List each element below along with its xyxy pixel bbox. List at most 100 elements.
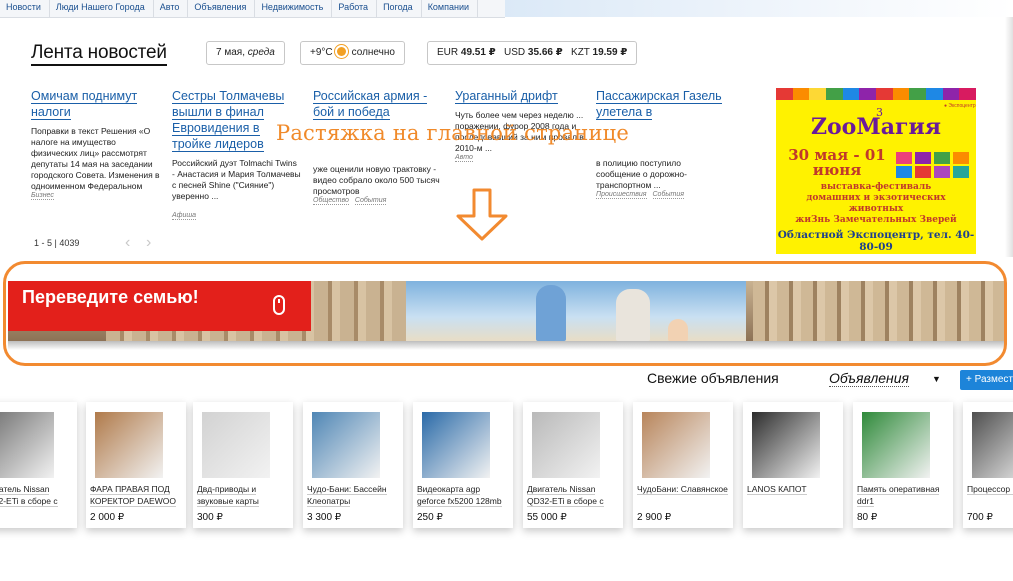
listing-price: 2 900 ₽	[637, 512, 672, 523]
news-tag[interactable]: Авто	[455, 154, 473, 162]
news-headline[interactable]: Ураганный дрифт	[455, 89, 558, 104]
listing-title[interactable]: Чудо-Бани: Бассейн Клеопатры	[307, 484, 387, 507]
listing-card[interactable]: ФАРА ПРАВАЯ ПОД КОРЕКТОР DAEWOO 2 000 ₽	[86, 402, 186, 528]
listings-selector[interactable]: Объявления	[829, 370, 909, 387]
listing-title[interactable]: Двигатель Nissan QD32-ETi в сборе с	[0, 484, 58, 507]
ad-date: 30 мая - 01 июня	[788, 146, 886, 179]
listing-title[interactable]: Процессор pentium III	[967, 484, 1013, 495]
listing-thumbnail[interactable]	[422, 412, 490, 478]
nav-realty[interactable]: Недвижимость	[255, 0, 333, 17]
news-pager: 1 - 5 | 4039	[34, 238, 80, 248]
place-ad-button[interactable]: + Разместить	[960, 370, 1013, 390]
listing-price: 2 000 ₽	[90, 512, 125, 523]
eur-label: EUR	[437, 47, 459, 58]
news-summary: Поправки в текст Решения «О налоге на им…	[31, 126, 160, 191]
ad-sponsor: ● Экспоцентр	[944, 103, 976, 109]
listing-price: 55 000 ₽	[527, 512, 567, 523]
news-tag[interactable]: Афиша	[172, 212, 197, 220]
news-tags: Афиша	[172, 212, 302, 220]
listing-title[interactable]: Память оперативная ddr1	[857, 484, 940, 507]
news-headline[interactable]: Сестры Толмачевы вышли в финал Евровиден…	[172, 89, 285, 152]
prev-arrow-icon[interactable]: ‹	[125, 234, 130, 252]
page-title[interactable]: Лента новостей	[31, 42, 167, 66]
scroll-shade	[1005, 17, 1013, 257]
news-tag[interactable]: Бизнес	[31, 192, 54, 200]
ad-line: жиЗнь Замечательных Зверей	[795, 215, 957, 225]
listing-card[interactable]: Память оперативная ddr1 80 ₽	[853, 402, 953, 528]
news-tags: Происшествия События	[596, 191, 726, 199]
pager-total: 4039	[59, 238, 80, 248]
listing-card[interactable]: ЧудоБани: Славянское 2 900 ₽	[633, 402, 733, 528]
caret-down-icon[interactable]: ▼	[932, 374, 941, 384]
news-tags: Бизнес	[31, 192, 161, 200]
date-weekday: среда	[247, 47, 275, 58]
ad-description: выставка-фестиваль домашних и экзотическ…	[776, 182, 976, 226]
listings-title: Свежие объявления	[647, 370, 779, 386]
news-headline[interactable]: Российская армия - бой и победа	[313, 89, 428, 120]
news-summary: в полицию поступило сообщение о дорожно-…	[596, 158, 687, 190]
nav-ads[interactable]: Объявления	[188, 0, 256, 17]
ad-color-strip	[776, 88, 976, 100]
animals-icon	[896, 152, 969, 178]
news-headline[interactable]: Пассажирская Газель улетела в	[596, 89, 722, 120]
annotation-title: Растяжка на главной странице	[276, 121, 629, 145]
weather-box[interactable]: +9°C солнечно	[300, 41, 405, 65]
listing-card[interactable]: Двд-приводы и звуковые карты 300 ₽	[193, 402, 293, 528]
news-summary: уже оценили новую трактовку - видео собр…	[313, 164, 440, 196]
date-day: 7 мая,	[216, 47, 245, 58]
listing-thumbnail[interactable]	[95, 412, 163, 478]
listing-card[interactable]: Видеокарта agp geforce fx5200 128mb 250 ₽	[413, 402, 513, 528]
news-item[interactable]: Омичам поднимут налоги Поправки в текст …	[31, 88, 161, 200]
news-headline[interactable]: Омичам поднимут налоги	[31, 89, 138, 120]
news-tag[interactable]: Общество	[313, 197, 349, 205]
nav-people[interactable]: Люди Нашего Города	[50, 0, 154, 17]
news-tags: Общество События	[313, 197, 443, 205]
nav-news[interactable]: Новости	[0, 0, 50, 17]
listing-title[interactable]: LANOS КАПОТ	[747, 484, 807, 495]
currency-box[interactable]: EUR 49.51 ₽ USD 35.66 ₽ KZT 19.59 ₽	[427, 41, 638, 65]
nav-weather[interactable]: Погода	[377, 0, 422, 17]
listing-card[interactable]: Двигатель Nissan QD32-ETi в сборе с... ₽	[0, 402, 77, 528]
top-strip	[505, 0, 1013, 17]
listing-price: 250 ₽	[417, 512, 443, 523]
ad-line: выставка-фестиваль	[820, 182, 932, 192]
listing-thumbnail[interactable]	[202, 412, 270, 478]
ad-line: животных	[848, 204, 904, 214]
listing-thumbnail[interactable]	[0, 412, 54, 478]
listing-thumbnail[interactable]	[862, 412, 930, 478]
listing-thumbnail[interactable]	[642, 412, 710, 478]
news-item[interactable]: Российская армия - бой и победа уже оцен…	[313, 88, 443, 205]
listing-thumbnail[interactable]	[312, 412, 380, 478]
listing-card[interactable]: Двигатель Nissan QD32-ETi в сборе с 55 00…	[523, 402, 623, 528]
kzt-label: KZT	[571, 47, 590, 58]
news-tag[interactable]: Происшествия	[596, 191, 647, 199]
ad-contact: Областной Экспоцентр, тел. 40-80-09	[777, 229, 975, 253]
weather-text: солнечно	[351, 47, 395, 58]
listing-title[interactable]: Двигатель Nissan QD32-ETi в сборе с	[527, 484, 604, 507]
nav-auto[interactable]: Авто	[154, 0, 189, 17]
ad-title: ZooМагия	[810, 114, 942, 140]
news-item[interactable]: Сестры Толмачевы вышли в финал Евровиден…	[172, 88, 302, 220]
listing-card[interactable]: Процессор pentium III 700 ₽	[963, 402, 1013, 528]
listing-thumbnail[interactable]	[972, 412, 1013, 478]
annotation-frame	[3, 261, 1007, 366]
usd-label: USD	[504, 47, 526, 58]
news-tags: Авто	[455, 154, 585, 162]
zoo-ad[interactable]: 3 ● Экспоцентр ZooМагия 30 мая - 01 июня…	[776, 88, 976, 254]
top-navigation: Новости Люди Нашего Города Авто Объявлен…	[0, 0, 505, 18]
listing-title[interactable]: Видеокарта agp geforce fx5200 128mb	[417, 484, 502, 507]
listing-price: 700 ₽	[967, 512, 993, 523]
listing-thumbnail[interactable]	[752, 412, 820, 478]
news-tag[interactable]: События	[354, 197, 387, 205]
news-tag[interactable]: События	[652, 191, 684, 199]
listing-price: 300 ₽	[197, 512, 223, 523]
listing-title[interactable]: ФАРА ПРАВАЯ ПОД КОРЕКТОР DAEWOO	[90, 484, 176, 507]
nav-companies[interactable]: Компании	[422, 0, 479, 17]
listing-title[interactable]: ЧудоБани: Славянское	[637, 484, 728, 495]
listing-card[interactable]: LANOS КАПОТ	[743, 402, 843, 528]
listing-title[interactable]: Двд-приводы и звуковые карты	[197, 484, 259, 507]
listing-thumbnail[interactable]	[532, 412, 600, 478]
next-arrow-icon[interactable]: ›	[146, 234, 151, 252]
nav-jobs[interactable]: Работа	[332, 0, 378, 17]
listing-card[interactable]: Чудо-Бани: Бассейн Клеопатры 3 300 ₽	[303, 402, 403, 528]
